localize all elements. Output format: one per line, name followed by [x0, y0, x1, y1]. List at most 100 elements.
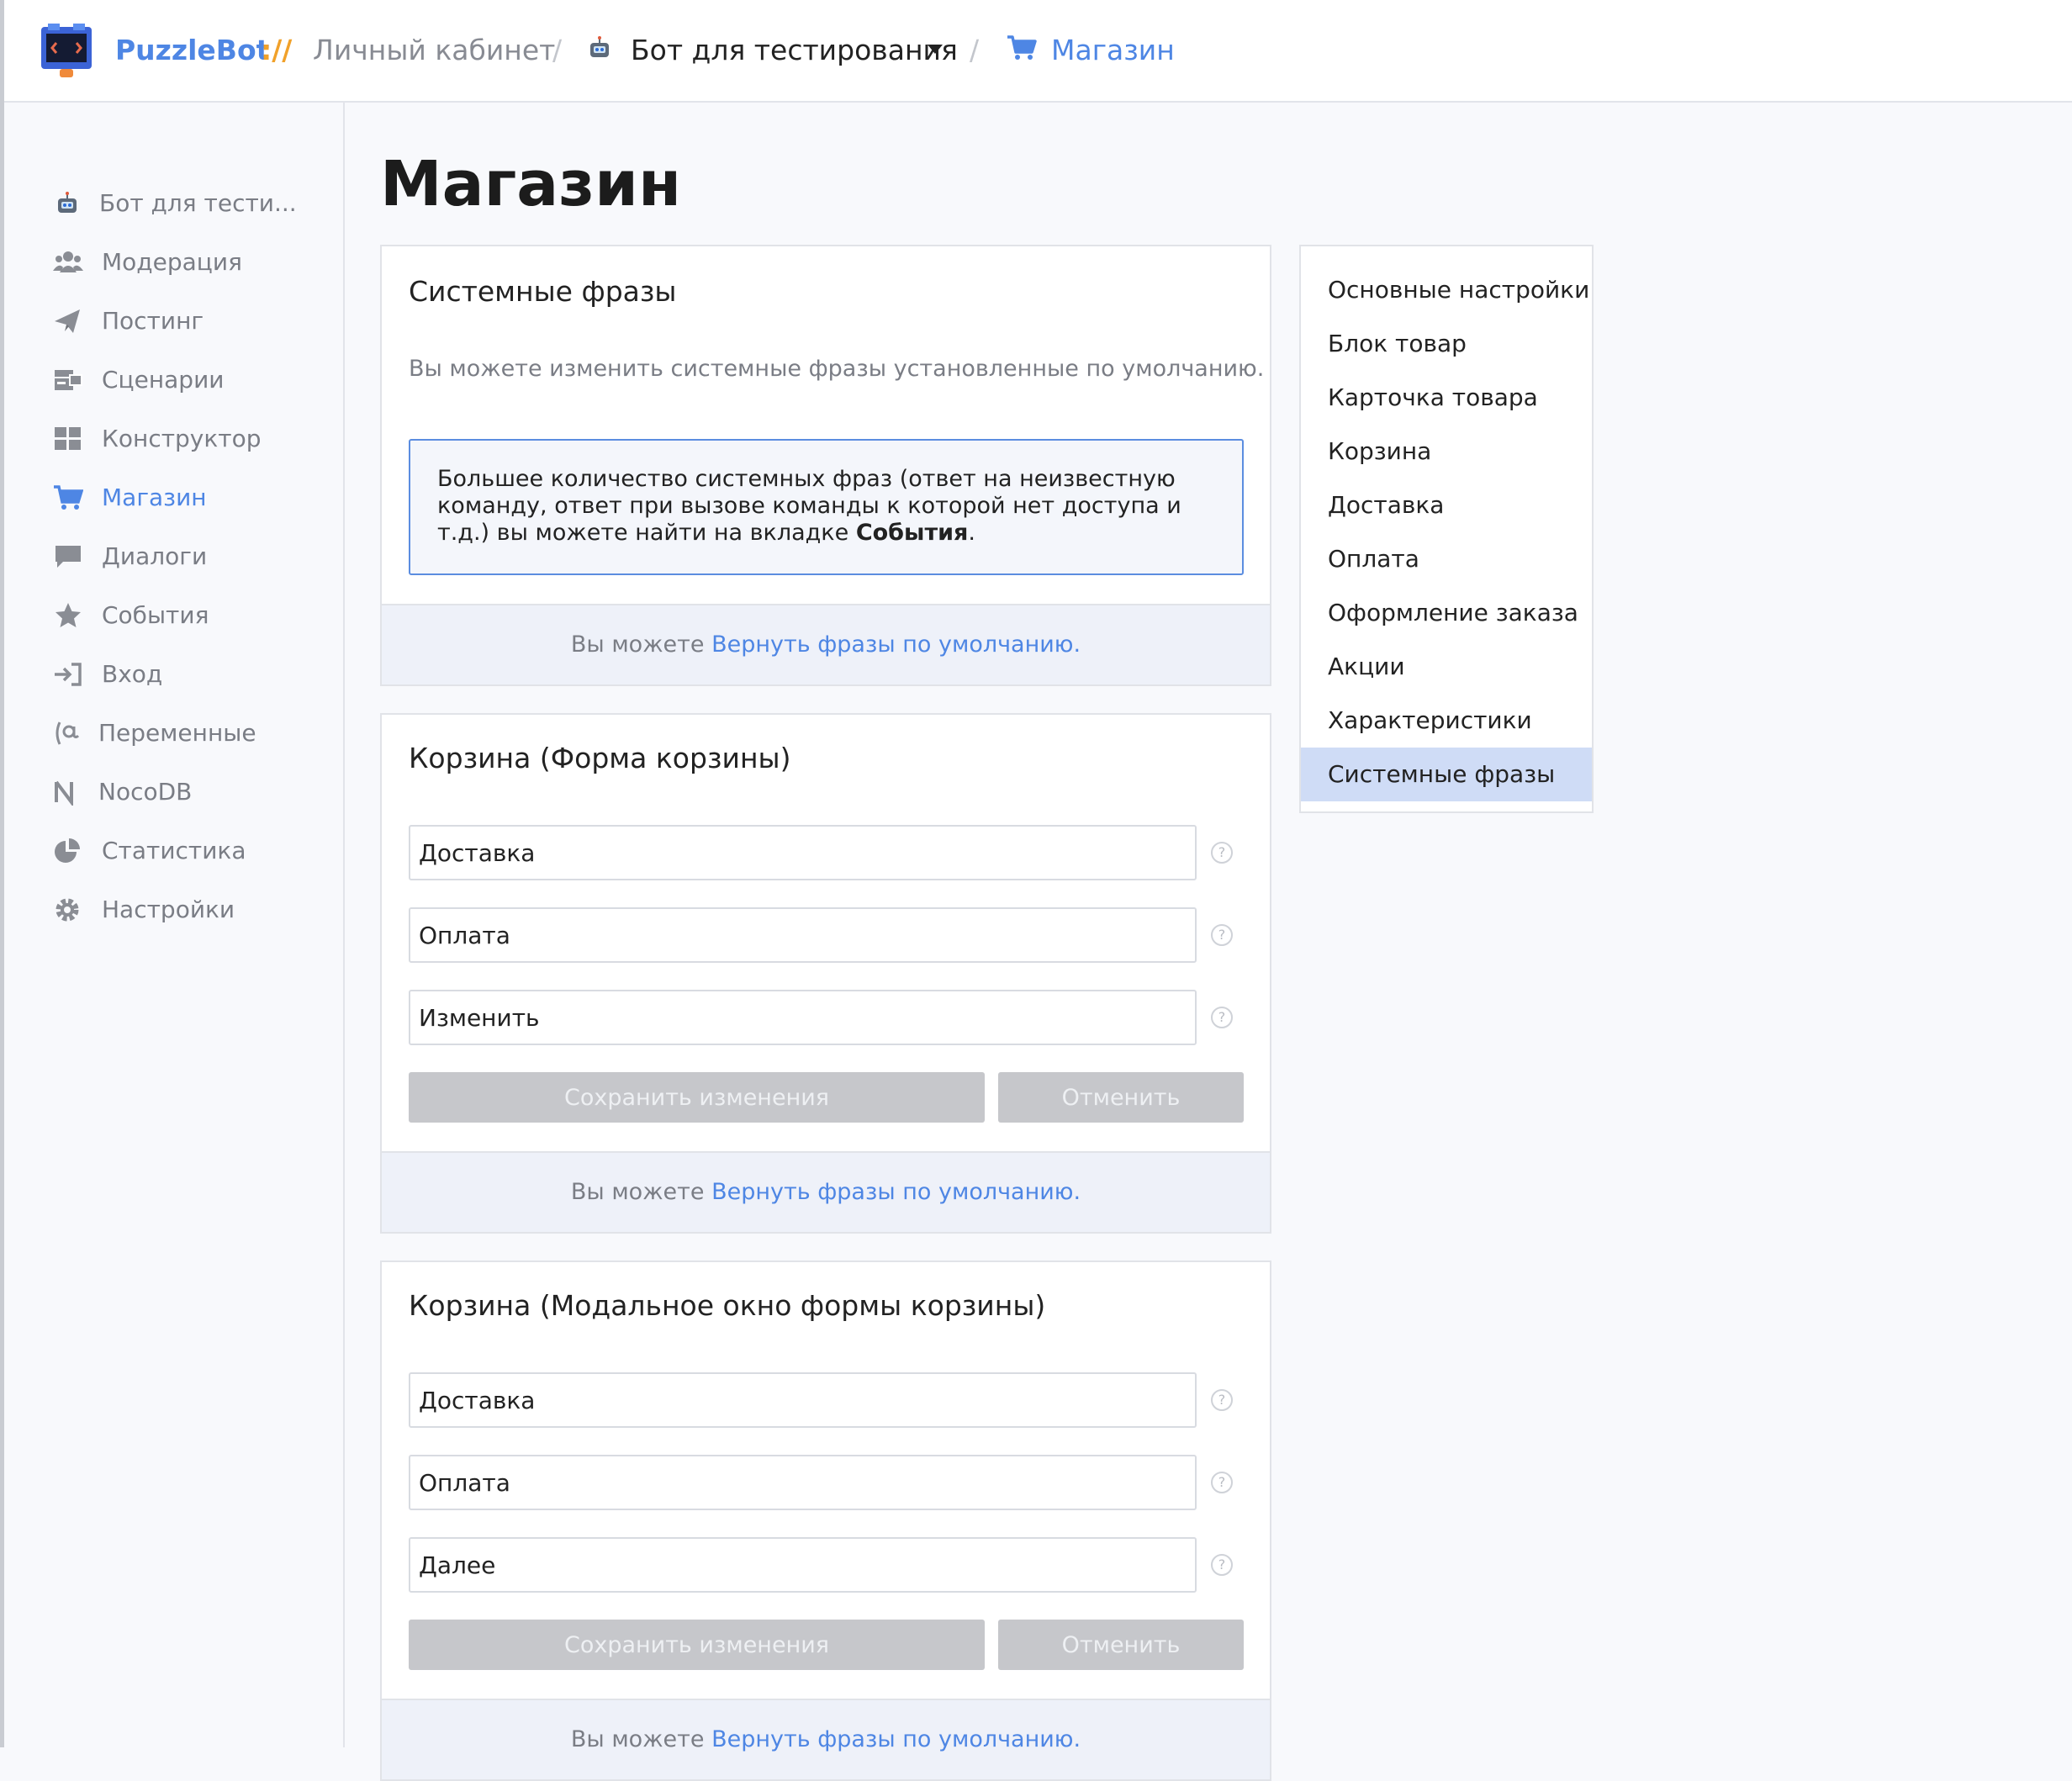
card-description: Вы можете изменить системные фразы устан…	[409, 356, 1265, 382]
scenarios-icon	[55, 370, 82, 390]
save-changes-button[interactable]: Сохранить изменения	[409, 1620, 985, 1670]
section-nav-product-card[interactable]: Карточка товара	[1301, 371, 1592, 425]
sidebar-item-events[interactable]: События	[53, 590, 339, 641]
sidebar-item-bot[interactable]: Бот для тести...	[53, 178, 339, 229]
sidebar-item-label: Бот для тести...	[99, 189, 297, 217]
card-title: Корзина (Форма корзины)	[409, 742, 791, 774]
sidebar-item-statistics[interactable]: Статистика	[53, 826, 339, 876]
bot-icon	[590, 36, 609, 57]
brand-name[interactable]: PuzzleBot	[115, 0, 269, 101]
note-end: .	[968, 520, 975, 546]
section-nav-main-settings[interactable]: Основные настройки	[1301, 263, 1592, 317]
sidebar-item-label: Сценарии	[102, 366, 225, 394]
payment-field[interactable]	[409, 907, 1197, 963]
section-nav-checkout[interactable]: Оформление заказа	[1301, 586, 1592, 640]
cancel-button[interactable]: Отменить	[998, 1620, 1244, 1670]
sidebar-item-shop[interactable]: Магазин	[53, 473, 339, 523]
cart-modal-card: Корзина (Модальное окно формы корзины) ?…	[380, 1260, 1271, 1781]
info-note: Большее количество системных фраз (ответ…	[409, 439, 1244, 575]
cart-icon	[1007, 35, 1037, 60]
help-icon[interactable]: ?	[1211, 1554, 1233, 1576]
reset-phrases-link[interactable]: Вернуть фразы по умолчанию.	[711, 632, 1081, 658]
delivery-field[interactable]	[409, 1372, 1197, 1428]
paper-plane-icon	[55, 309, 80, 333]
sidebar-item-label: Переменные	[98, 719, 256, 747]
help-icon[interactable]: ?	[1211, 1389, 1233, 1411]
system-phrases-card: Системные фразы Вы можете изменить систе…	[380, 245, 1271, 686]
help-icon[interactable]: ?	[1211, 924, 1233, 946]
chevron-down-icon[interactable]	[928, 45, 943, 54]
breadcrumb-separator: /	[552, 34, 563, 66]
bot-icon	[58, 192, 77, 213]
section-nav-system-phrases[interactable]: Системные фразы	[1301, 748, 1592, 801]
sidebar-item-posting[interactable]: Постинг	[53, 296, 339, 346]
cancel-button[interactable]: Отменить	[998, 1072, 1244, 1123]
card-footer: Вы можете Вернуть фразы по умолчанию.	[382, 1699, 1270, 1779]
grid-icon	[55, 427, 81, 450]
section-nav-product-block[interactable]: Блок товар	[1301, 317, 1592, 371]
section-nav-characteristics[interactable]: Характеристики	[1301, 694, 1592, 748]
next-field[interactable]	[409, 1537, 1197, 1593]
help-icon[interactable]: ?	[1211, 842, 1233, 864]
sidebar-item-settings[interactable]: Настройки	[53, 885, 339, 935]
variable-icon	[56, 721, 80, 745]
page-title: Магазин	[380, 148, 682, 220]
reset-phrases-link[interactable]: Вернуть фразы по умолчанию.	[711, 1726, 1081, 1752]
card-title: Системные фразы	[409, 275, 677, 308]
delivery-field[interactable]	[409, 825, 1197, 880]
section-nav: Основные настройки Блок товар Карточка т…	[1299, 245, 1594, 813]
nocodb-icon	[55, 780, 73, 806]
sidebar-item-label: Постинг	[102, 307, 204, 335]
sidebar-item-label: Диалоги	[102, 542, 208, 570]
sign-in-icon	[55, 663, 82, 686]
note-text: Большее количество системных фраз (ответ…	[437, 466, 1181, 546]
section-nav-promotions[interactable]: Акции	[1301, 640, 1592, 694]
sidebar-item-label: События	[102, 601, 209, 629]
sidebar-item-dialogs[interactable]: Диалоги	[53, 531, 339, 582]
sidebar-item-label: Конструктор	[102, 425, 262, 452]
card-title: Корзина (Модальное окно формы корзины)	[409, 1289, 1046, 1322]
sidebar-item-moderation[interactable]: Модерация	[53, 237, 339, 288]
sidebar-item-scenarios[interactable]: Сценарии	[53, 355, 339, 405]
section-nav-delivery[interactable]: Доставка	[1301, 478, 1592, 532]
section-nav-cart[interactable]: Корзина	[1301, 425, 1592, 478]
puzzlebot-logo[interactable]	[36, 18, 97, 79]
sidebar-item-variables[interactable]: Переменные	[53, 708, 339, 758]
sidebar-item-label: NocoDB	[98, 778, 193, 806]
sidebar-item-label: Магазин	[102, 484, 207, 511]
sidebar-item-label: Настройки	[102, 896, 235, 923]
sidebar-item-label: Модерация	[102, 248, 242, 276]
pie-chart-icon	[55, 838, 80, 863]
change-field[interactable]	[409, 990, 1197, 1045]
cart-form-card: Корзина (Форма корзины) ? ? ? Сохранить …	[380, 713, 1271, 1234]
sidebar-item-label: Вход	[102, 660, 163, 688]
breadcrumb-shop[interactable]: Магазин	[1051, 0, 1175, 101]
payment-field[interactable]	[409, 1455, 1197, 1510]
star-icon	[56, 603, 81, 627]
section-nav-payment[interactable]: Оплата	[1301, 532, 1592, 586]
events-tab-reference: События	[855, 520, 969, 546]
sidebar-item-nocodb[interactable]: NocoDB	[53, 767, 339, 817]
footer-text: Вы можете	[570, 1179, 712, 1205]
help-icon[interactable]: ?	[1211, 1472, 1233, 1493]
breadcrumb-separator: /	[970, 34, 980, 66]
breadcrumb-bot[interactable]: Бот для тестирования	[631, 0, 958, 101]
help-icon[interactable]: ?	[1211, 1007, 1233, 1028]
save-changes-button[interactable]: Сохранить изменения	[409, 1072, 985, 1123]
users-icon	[53, 251, 83, 272]
sidebar: Бот для тести... Модерация Постинг Сцена…	[4, 103, 345, 1747]
footer-text: Вы можете	[570, 1726, 712, 1752]
card-footer: Вы можете Вернуть фразы по умолчанию.	[382, 604, 1270, 684]
card-footer: Вы можете Вернуть фразы по умолчанию.	[382, 1151, 1270, 1232]
cart-icon	[54, 485, 83, 510]
gear-icon	[56, 898, 79, 922]
footer-text: Вы можете	[570, 632, 712, 658]
sidebar-item-login[interactable]: Вход	[53, 649, 339, 700]
sidebar-item-constructor[interactable]: Конструктор	[53, 414, 339, 464]
reset-phrases-link[interactable]: Вернуть фразы по умолчанию.	[711, 1179, 1081, 1205]
sidebar-item-label: Статистика	[102, 837, 246, 864]
top-header: PuzzleBot :// Личный кабинет / Бот для т…	[4, 0, 2072, 103]
brand-separator: ://	[261, 34, 293, 66]
breadcrumb-cabinet[interactable]: Личный кабинет	[313, 0, 555, 101]
chat-icon	[56, 546, 81, 568]
